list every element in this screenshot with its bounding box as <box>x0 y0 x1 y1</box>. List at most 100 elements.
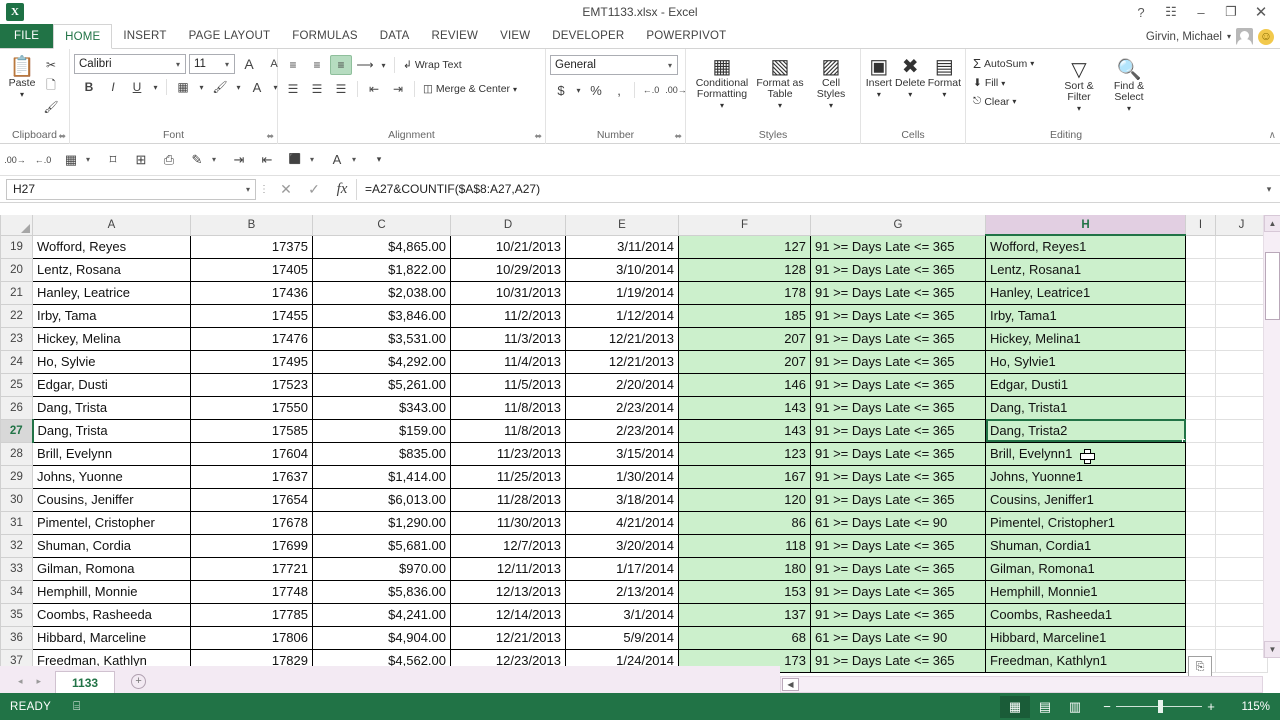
paste-special-icon[interactable]: ⎙ <box>156 148 182 172</box>
cell-B25[interactable]: 17523 <box>191 373 313 396</box>
tab-view[interactable]: VIEW <box>489 24 541 48</box>
tab-data[interactable]: DATA <box>369 24 421 48</box>
cell-J36[interactable] <box>1216 626 1268 649</box>
row-header-30[interactable]: 30 <box>1 488 33 511</box>
tab-powerpivot[interactable]: POWERPIVOT <box>635 24 737 48</box>
tab-insert[interactable]: INSERT <box>112 24 177 48</box>
name-box-caret-icon[interactable]: ▾ <box>246 185 255 194</box>
cell-styles-button[interactable]: ▨ Cell Styles ▾ <box>810 52 852 111</box>
smiley-feedback-icon[interactable]: ☺ <box>1258 29 1274 45</box>
cell-D33[interactable]: 12/11/2013 <box>451 557 566 580</box>
row-header-29[interactable]: 29 <box>1 465 33 488</box>
tab-developer[interactable]: DEVELOPER <box>541 24 635 48</box>
format-as-table-button[interactable]: ▧ Format as Table ▾ <box>754 52 806 111</box>
fill-button[interactable]: ⬇ Fill ▾ <box>970 76 1054 90</box>
cell-C19[interactable]: $4,865.00 <box>313 235 451 258</box>
table-row[interactable]: 30Cousins, Jeniffer17654$6,013.0011/28/2… <box>1 488 1268 511</box>
table-row[interactable]: 31Pimentel, Cristopher17678$1,290.0011/3… <box>1 511 1268 534</box>
horizontal-scrollbar[interactable]: ◀ <box>780 676 1263 693</box>
align-left-button[interactable]: ☰ <box>282 79 304 99</box>
cell-C23[interactable]: $3,531.00 <box>313 327 451 350</box>
paste-options-button[interactable]: ⎘ <box>1188 656 1212 678</box>
row-header-21[interactable]: 21 <box>1 281 33 304</box>
cell-A36[interactable]: Hibbard, Marceline <box>33 626 191 649</box>
font-size-caret-icon[interactable]: ▾ <box>222 60 232 69</box>
chevron-down-icon[interactable]: ▾ <box>1030 59 1034 68</box>
cell-E25[interactable]: 2/20/2014 <box>566 373 679 396</box>
row-header-27[interactable]: 27 <box>1 419 33 442</box>
format-cells-icon[interactable]: ▦ <box>58 148 84 172</box>
cell-H35[interactable]: Coombs, Rasheeda1 <box>986 603 1186 626</box>
cell-B30[interactable]: 17654 <box>191 488 313 511</box>
number-format-caret-icon[interactable]: ▾ <box>665 61 675 70</box>
cell-B21[interactable]: 17436 <box>191 281 313 304</box>
cell-I22[interactable] <box>1186 304 1216 327</box>
row-header-20[interactable]: 20 <box>1 258 33 281</box>
cell-D34[interactable]: 12/13/2013 <box>451 580 566 603</box>
cell-J30[interactable] <box>1216 488 1268 511</box>
cell-D35[interactable]: 12/14/2013 <box>451 603 566 626</box>
formula-bar-grip[interactable]: ⋮ <box>256 184 272 195</box>
cell-B35[interactable]: 17785 <box>191 603 313 626</box>
font-name-input[interactable]: Calibri ▾ <box>74 54 186 74</box>
cell-B29[interactable]: 17637 <box>191 465 313 488</box>
cell-C32[interactable]: $5,681.00 <box>313 534 451 557</box>
cell-G35[interactable]: 91 >= Days Late <= 365 <box>811 603 986 626</box>
table-row[interactable]: 34Hemphill, Monnie17748$5,836.0012/13/20… <box>1 580 1268 603</box>
conditional-formatting-button[interactable]: ▦ Conditional Formatting ▾ <box>694 52 750 111</box>
column-header-g[interactable]: G <box>811 215 986 235</box>
sheet-tab-1133[interactable]: 1133 <box>55 671 115 693</box>
cell-I36[interactable] <box>1186 626 1216 649</box>
comma-format-button[interactable]: , <box>608 80 630 100</box>
font-name-caret-icon[interactable]: ▾ <box>173 60 183 69</box>
cell-H28[interactable]: Brill, Evelynn1 <box>986 442 1186 465</box>
collapse-ribbon-icon[interactable]: ∧ <box>1269 130 1276 141</box>
cell-D31[interactable]: 11/30/2013 <box>451 511 566 534</box>
comment-icon[interactable]: ⌑ <box>100 148 126 172</box>
cell-D28[interactable]: 11/23/2013 <box>451 442 566 465</box>
cell-F19[interactable]: 127 <box>679 235 811 258</box>
format-cells-button[interactable]: ▤ Format ▾ <box>928 52 961 100</box>
cell-C27[interactable]: $159.00 <box>313 419 451 442</box>
cell-D21[interactable]: 10/31/2013 <box>451 281 566 304</box>
cell-J29[interactable] <box>1216 465 1268 488</box>
cell-H22[interactable]: Irby, Tama1 <box>986 304 1186 327</box>
wrap-text-button[interactable]: ↲ Wrap Text <box>400 58 465 72</box>
cell-J31[interactable] <box>1216 511 1268 534</box>
cell-I32[interactable] <box>1186 534 1216 557</box>
cell-G23[interactable]: 91 >= Days Late <= 365 <box>811 327 986 350</box>
view-page-break-button[interactable]: ▥ <box>1060 696 1090 718</box>
cell-J27[interactable] <box>1216 419 1268 442</box>
cell-B28[interactable]: 17604 <box>191 442 313 465</box>
cell-B22[interactable]: 17455 <box>191 304 313 327</box>
insert-function-icon[interactable]: fx <box>328 181 356 198</box>
cell-J20[interactable] <box>1216 258 1268 281</box>
increase-font-size-button[interactable]: A <box>238 54 260 74</box>
cell-G36[interactable]: 61 >= Days Late <= 90 <box>811 626 986 649</box>
cell-B32[interactable]: 17699 <box>191 534 313 557</box>
cell-J37[interactable] <box>1216 649 1268 672</box>
cell-A27[interactable]: Dang, Trista <box>33 419 191 442</box>
cell-C20[interactable]: $1,822.00 <box>313 258 451 281</box>
table-row[interactable]: 20Lentz, Rosana17405$1,822.0010/29/20133… <box>1 258 1268 281</box>
row-header-19[interactable]: 19 <box>1 235 33 258</box>
cell-C24[interactable]: $4,292.00 <box>313 350 451 373</box>
cell-E22[interactable]: 1/12/2014 <box>566 304 679 327</box>
orientation-caret[interactable]: ▾ <box>378 55 389 75</box>
font-dialog-launcher[interactable]: ⬌ <box>266 130 274 143</box>
align-bottom-button[interactable]: ≡ <box>330 55 352 75</box>
cell-I35[interactable] <box>1186 603 1216 626</box>
minimize-icon[interactable]: – <box>1186 5 1216 20</box>
cell-G20[interactable]: 91 >= Days Late <= 365 <box>811 258 986 281</box>
cell-I29[interactable] <box>1186 465 1216 488</box>
zoom-level[interactable]: 115% <box>1228 701 1270 713</box>
sheet-prev-icon[interactable]: ◂ <box>18 676 23 687</box>
cell-E20[interactable]: 3/10/2014 <box>566 258 679 281</box>
cell-J32[interactable] <box>1216 534 1268 557</box>
cell-D25[interactable]: 11/5/2013 <box>451 373 566 396</box>
chevron-down-icon[interactable]: ▾ <box>310 155 322 164</box>
increase-decimal-button[interactable]: ←.0 <box>639 80 663 100</box>
cell-E31[interactable]: 4/21/2014 <box>566 511 679 534</box>
cell-E19[interactable]: 3/11/2014 <box>566 235 679 258</box>
cell-F34[interactable]: 153 <box>679 580 811 603</box>
